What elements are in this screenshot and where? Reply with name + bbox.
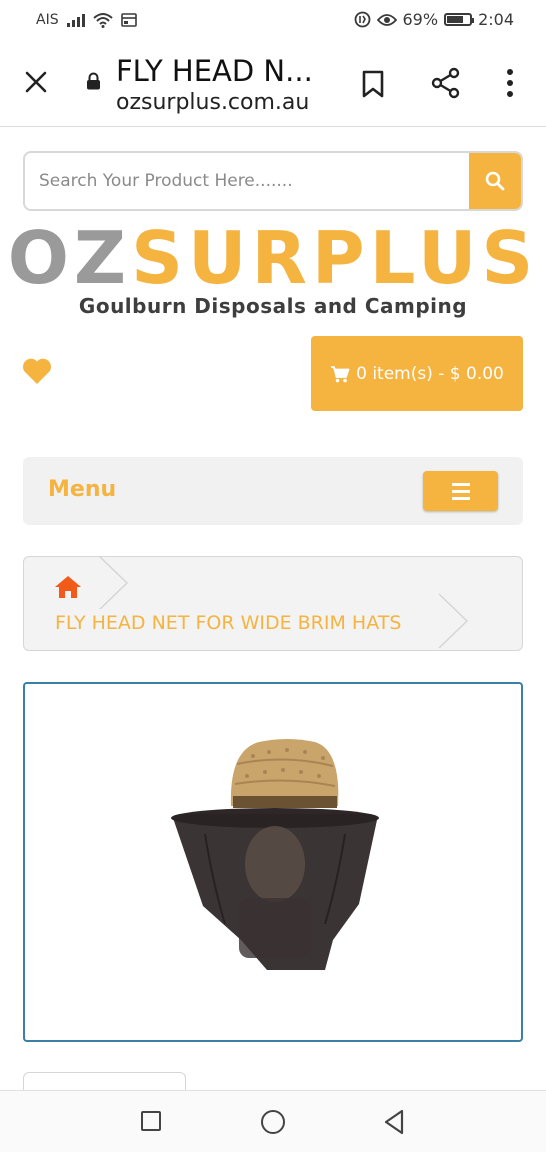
product-image [171,739,379,970]
search-button[interactable] [469,153,521,209]
home-icon[interactable] [54,575,82,599]
menu-bar: Menu [23,457,523,525]
close-icon[interactable] [24,70,48,94]
browser-toolbar: FLY HEAD N... ozsurplus.com.au [0,40,546,127]
more-options-icon[interactable] [505,69,515,97]
status-bar: AIS 69% 2:04 [0,0,546,40]
breadcrumb-current[interactable]: FLY HEAD NET FOR WIDE BRIM HATS [55,612,401,634]
cart-summary: 0 item(s) - $ 0.00 [356,363,504,384]
menu-toggle-button[interactable] [423,471,498,511]
breadcrumb-separator [98,557,129,609]
battery-icon [444,13,475,26]
bookmark-icon[interactable] [360,70,386,98]
cart-icon [331,365,350,382]
carrier-label: AIS [36,12,59,28]
search-icon [485,171,505,191]
system-nav-bar [0,1090,546,1152]
page-domain[interactable]: ozsurplus.com.au [116,90,309,115]
hamburger-icon [451,482,470,486]
logo-tagline: Goulburn Disposals and Camping [78,294,468,318]
share-icon[interactable] [430,67,462,99]
logo-text-oz: OZ [7,216,132,300]
signal-icon [66,13,85,27]
breadcrumb-separator [438,593,469,649]
heart-icon[interactable] [22,357,52,385]
logo-text-surplus: SURPLUS [131,216,539,300]
data-saver-icon [354,11,370,28]
card-icon [120,13,137,27]
search-box [23,151,523,211]
battery-percent: 69% [402,10,439,29]
home-button-icon[interactable] [261,1110,285,1134]
recent-apps-icon[interactable] [141,1111,161,1131]
breadcrumb: FLY HEAD NET FOR WIDE BRIM HATS [23,556,523,651]
clock: 2:04 [478,10,514,29]
cart-button[interactable]: 0 item(s) - $ 0.00 [311,336,523,411]
eye-icon [376,13,397,26]
product-image-frame[interactable] [23,682,523,1042]
page-title: FLY HEAD N... [116,54,313,88]
back-icon[interactable] [383,1109,405,1135]
search-input[interactable] [25,153,470,209]
menu-label: Menu [48,477,117,502]
site-logo[interactable]: OZSURPLUS Goulburn Disposals and Camping [0,222,546,318]
lock-icon [87,72,100,90]
wifi-icon [92,13,113,28]
